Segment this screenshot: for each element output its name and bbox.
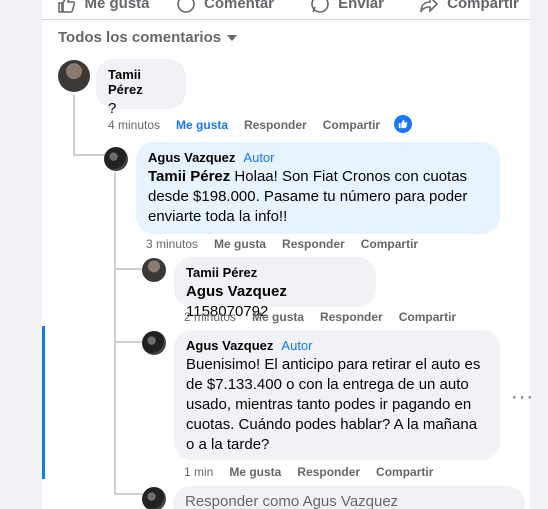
thread-connector <box>114 493 142 495</box>
whatsapp-icon <box>311 0 329 13</box>
comment-text: ? <box>108 100 117 117</box>
thread-connector <box>114 268 142 270</box>
like-button[interactable]: Me gusta <box>229 465 281 479</box>
comment-author-name: Agus Vazquez <box>186 338 274 353</box>
comment-time[interactable]: 2 minutos <box>184 310 236 324</box>
like-button[interactable]: Me gusta <box>176 118 228 132</box>
send-action-label: Enviar <box>338 0 384 12</box>
comment-meta: 1 min Me gusta Responder Compartir <box>184 465 433 479</box>
author-badge: Autor <box>243 150 275 165</box>
more-options-icon[interactable]: ··· <box>511 386 534 409</box>
comment-time[interactable]: 4 minutos <box>108 118 160 132</box>
like-action-label: Me gusta <box>84 0 150 12</box>
comment-icon <box>177 0 195 13</box>
caret-down-icon <box>227 34 238 41</box>
thread-line <box>73 95 75 155</box>
thread-connector <box>114 341 142 343</box>
comment-text: Buenisimo! El anticipo para retirar el a… <box>186 356 481 453</box>
share-button[interactable]: Compartir <box>323 118 380 132</box>
comment-author-name: Tamii Pérez <box>186 265 258 280</box>
comment-filter-label: Todos los comentarios <box>58 29 222 46</box>
avatar[interactable] <box>58 60 90 92</box>
post-actions-bar: Me gusta Comentar Enviar Compartir <box>42 0 530 20</box>
thread-connector <box>73 154 105 156</box>
comment-bubble: Agus Vazquez Autor Buenisimo! El anticip… <box>174 330 500 460</box>
comment-meta: 4 minutos Me gusta Responder Compartir <box>108 118 380 132</box>
share-icon <box>420 0 439 13</box>
comment-bubble: Agus Vazquez Autor Tamii Pérez Holaa! So… <box>136 142 500 234</box>
thumbs-up-icon <box>58 0 76 13</box>
comment-author[interactable]: Tamii Pérez <box>186 265 364 280</box>
author-badge: Autor <box>281 338 313 353</box>
reply-button[interactable]: Responder <box>297 465 360 479</box>
share-action[interactable]: Compartir <box>408 0 530 14</box>
mention[interactable]: Tamii Pérez <box>148 168 230 185</box>
reply-button[interactable]: Responder <box>244 118 307 132</box>
comment-author[interactable]: Agus Vazquez Autor <box>148 150 488 165</box>
comment-action-label: Comentar <box>203 0 274 12</box>
comment-action[interactable]: Comentar <box>164 0 286 14</box>
send-action[interactable]: Enviar <box>286 0 408 14</box>
share-action-label: Compartir <box>447 0 519 12</box>
comment-meta: 3 minutos Me gusta Responder Compartir <box>146 237 418 251</box>
comment-time[interactable]: 1 min <box>184 465 213 479</box>
comment-meta: 2 minutos Me gusta Responder Compartir <box>184 310 456 324</box>
comment-author-name: Tamii Pérez <box>108 67 143 97</box>
avatar[interactable] <box>142 258 166 282</box>
like-button[interactable]: Me gusta <box>252 310 304 324</box>
comment-bubble: Tamii Pérez ? <box>96 59 186 117</box>
page-background <box>530 0 548 509</box>
avatar[interactable] <box>142 487 166 509</box>
like-reaction-icon[interactable] <box>394 115 412 133</box>
share-button[interactable]: Compartir <box>399 310 456 324</box>
like-button[interactable]: Me gusta <box>214 237 266 251</box>
share-button[interactable]: Compartir <box>361 237 418 251</box>
reply-input[interactable]: Responder como Agus Vazquez <box>173 486 525 509</box>
avatar[interactable] <box>142 331 166 355</box>
thread-line <box>114 172 116 494</box>
mention[interactable]: Agus Vazquez <box>186 283 287 300</box>
avatar[interactable] <box>104 147 128 171</box>
comment-bubble: Tamii Pérez Agus Vazquez 1158070792 <box>174 257 376 320</box>
highlight-bar <box>42 326 45 479</box>
reply-button[interactable]: Responder <box>282 237 345 251</box>
reply-button[interactable]: Responder <box>320 310 383 324</box>
like-action[interactable]: Me gusta <box>42 0 164 14</box>
share-button[interactable]: Compartir <box>376 465 433 479</box>
comment-text: Tamii Pérez Holaa! Son Fiat Cronos con c… <box>148 167 488 227</box>
comment-filter[interactable]: Todos los comentarios <box>58 29 238 46</box>
comment-author-name: Agus Vazquez <box>148 150 236 165</box>
comment-author[interactable]: Agus Vazquez Autor <box>186 338 488 353</box>
comment-author[interactable]: Tamii Pérez <box>108 67 174 97</box>
comment-time[interactable]: 3 minutos <box>146 237 198 251</box>
